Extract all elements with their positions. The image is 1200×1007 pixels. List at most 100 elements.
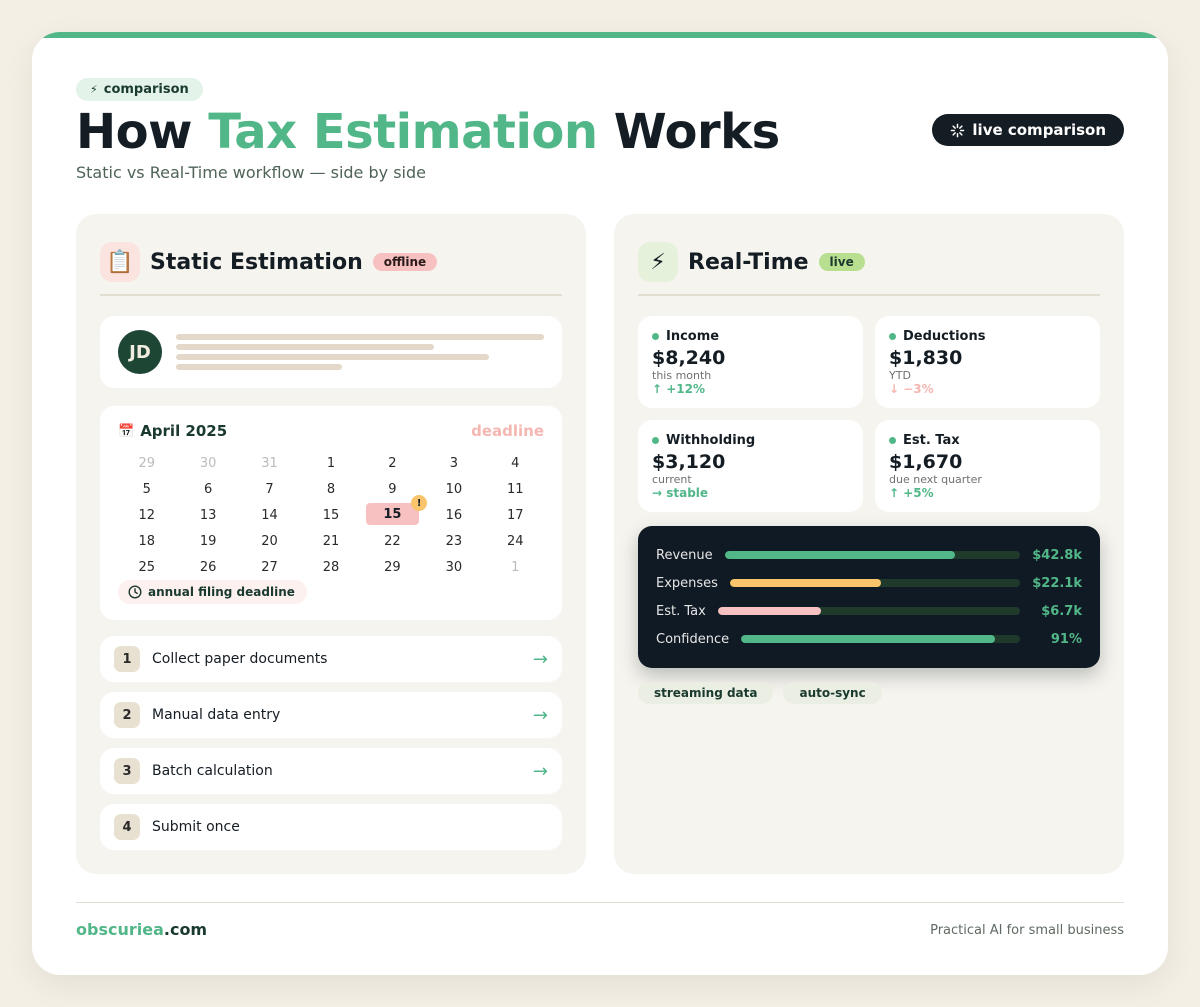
skeleton-line xyxy=(176,334,544,340)
calendar-day[interactable]: 4 xyxy=(485,450,546,476)
calendar-header: 📅 April 2025 xyxy=(118,422,227,440)
bar-value: $42.8k xyxy=(1032,547,1082,563)
footer-divider xyxy=(76,902,1124,903)
realtime-panel-header: ⚡ Real-Time live xyxy=(638,242,865,282)
panel-divider xyxy=(638,294,1100,296)
calendar-day-number: 4 xyxy=(511,455,520,471)
calendar-day[interactable]: 29 xyxy=(362,554,423,580)
step-label: Submit once xyxy=(152,819,240,835)
calendar-day[interactable]: 10 xyxy=(423,476,484,502)
brand-name: obscuriea xyxy=(76,920,164,939)
title-pre: How xyxy=(76,104,193,160)
calendar-day[interactable]: 25 xyxy=(116,554,177,580)
metric-card-withholding: Withholding $3,120 current → stable xyxy=(638,420,863,512)
metric-sub: current xyxy=(652,473,692,486)
step-label: Manual data entry xyxy=(152,707,281,723)
tag-streaming-data: streaming data xyxy=(638,682,774,704)
calendar-day[interactable]: 20 xyxy=(239,528,300,554)
comparison-chip: ⚡ comparison xyxy=(76,78,203,101)
calendar-day[interactable]: 28 xyxy=(300,554,361,580)
bar-value: $6.7k xyxy=(1041,603,1082,619)
bar-label: Est. Tax xyxy=(656,603,706,619)
clock-icon xyxy=(128,585,142,599)
calendar-month: April 2025 xyxy=(140,422,228,440)
top-accent-bar xyxy=(32,32,1168,38)
calendar-day[interactable]: 22 xyxy=(362,528,423,554)
calendar-day-number: 30 xyxy=(199,455,217,471)
calendar-day[interactable]: 17 xyxy=(485,502,546,528)
calendar-day[interactable]: 11 xyxy=(485,476,546,502)
calendar-day[interactable]: 1 xyxy=(300,450,361,476)
calendar-day-number: 22 xyxy=(384,533,401,549)
calendar-day[interactable]: 14 xyxy=(239,502,300,528)
calendar-day[interactable]: 1 xyxy=(485,554,546,580)
step-item[interactable]: 2 Manual data entry → xyxy=(100,692,562,738)
metric-card-income: Income $8,240 this month ↑ +12% xyxy=(638,316,863,408)
calendar-day[interactable]: 12 xyxy=(116,502,177,528)
calendar-day-number: 27 xyxy=(261,559,278,575)
calendar-day-number: 21 xyxy=(322,533,340,549)
page-title: How Tax Estimation Works xyxy=(76,104,780,160)
bar-label: Confidence xyxy=(656,631,730,647)
step-number: 2 xyxy=(114,702,140,728)
live-comparison-button[interactable]: live comparison xyxy=(932,114,1124,146)
calendar-day[interactable]: 3 xyxy=(423,450,484,476)
status-dot xyxy=(652,437,659,444)
bar-value: 91% xyxy=(1050,631,1082,647)
calendar-day[interactable]: 23 xyxy=(423,528,484,554)
calendar-day[interactable]: 16 xyxy=(423,502,484,528)
calendar-day[interactable]: 5 xyxy=(116,476,177,502)
calendar-day[interactable]: 29 xyxy=(116,450,177,476)
filing-deadline-label: annual filing deadline xyxy=(148,585,295,599)
progress-bar-fill xyxy=(741,635,995,643)
bar-value: $22.1k xyxy=(1032,575,1082,591)
calendar-day[interactable]: 26 xyxy=(177,554,238,580)
calendar-day[interactable]: 24 xyxy=(485,528,546,554)
calendar-day[interactable]: 7 xyxy=(239,476,300,502)
calendar-day-number: 2 xyxy=(388,455,397,471)
calendar-day-number: 24 xyxy=(507,533,524,549)
calendar-day-number: 25 xyxy=(138,559,155,575)
calendar-day[interactable]: 8 xyxy=(300,476,361,502)
calendar-day[interactable]: 21 xyxy=(300,528,361,554)
calendar-day-number: 18 xyxy=(138,533,155,549)
metric-label: Est. Tax xyxy=(903,433,960,448)
calendar-day-number: 30 xyxy=(445,559,463,575)
bar-row-confidence: Confidence 91% xyxy=(656,629,1082,649)
brand-tld: .com xyxy=(163,920,208,939)
calendar-day-deadline[interactable]: 15! xyxy=(365,495,428,525)
brand-link[interactable]: obscuriea.com xyxy=(76,920,207,939)
step-item[interactable]: 1 Collect paper documents → xyxy=(100,636,562,682)
metric-value: $1,670 xyxy=(889,451,963,473)
bar-track xyxy=(729,579,1020,587)
calendar-day[interactable]: 18 xyxy=(116,528,177,554)
calendar-day[interactable]: 30 xyxy=(423,554,484,580)
calendar-day-number: 5 xyxy=(142,481,151,497)
calendar-day[interactable]: 19 xyxy=(177,528,238,554)
calendar-day[interactable]: 15 xyxy=(300,502,361,528)
metric-header: Income xyxy=(652,329,719,344)
progress-bar-fill xyxy=(729,579,881,587)
live-badge: live xyxy=(818,253,865,271)
calendar-day[interactable]: 31 xyxy=(239,450,300,476)
step-item[interactable]: 3 Batch calculation → xyxy=(100,748,562,794)
tag-auto-sync: auto-sync xyxy=(783,682,882,704)
calendar-day[interactable]: 6 xyxy=(177,476,238,502)
calendar-day[interactable]: 27 xyxy=(239,554,300,580)
feature-tags: streaming data auto-sync xyxy=(638,682,882,704)
bar-row-est-tax: Est. Tax $6.7k xyxy=(656,601,1082,621)
calendar-day[interactable]: 13 xyxy=(177,502,238,528)
status-dot xyxy=(889,437,896,444)
calendar-day-number: 7 xyxy=(265,481,274,497)
step-item[interactable]: 4 Submit once xyxy=(100,804,562,850)
clipboard-icon: 📋 xyxy=(100,242,140,282)
status-dot xyxy=(652,333,659,340)
calendar-grid: 29 30 31 1 2 3 4 5 6 7 8 9 10 11 12 13 14 15 15! 16 17 18 19 20… xyxy=(116,450,546,580)
calendar-day[interactable]: 30 xyxy=(177,450,238,476)
calendar-day-number: 8 xyxy=(326,481,336,497)
calendar-day-number: 29 xyxy=(384,559,401,575)
static-estimation-panel: 📋 Static Estimation offline JD 📅 April 2… xyxy=(76,214,586,874)
calendar-day[interactable]: 2 xyxy=(362,450,423,476)
metric-delta: ↑ +12% xyxy=(652,382,706,396)
offline-badge: offline xyxy=(372,253,438,271)
